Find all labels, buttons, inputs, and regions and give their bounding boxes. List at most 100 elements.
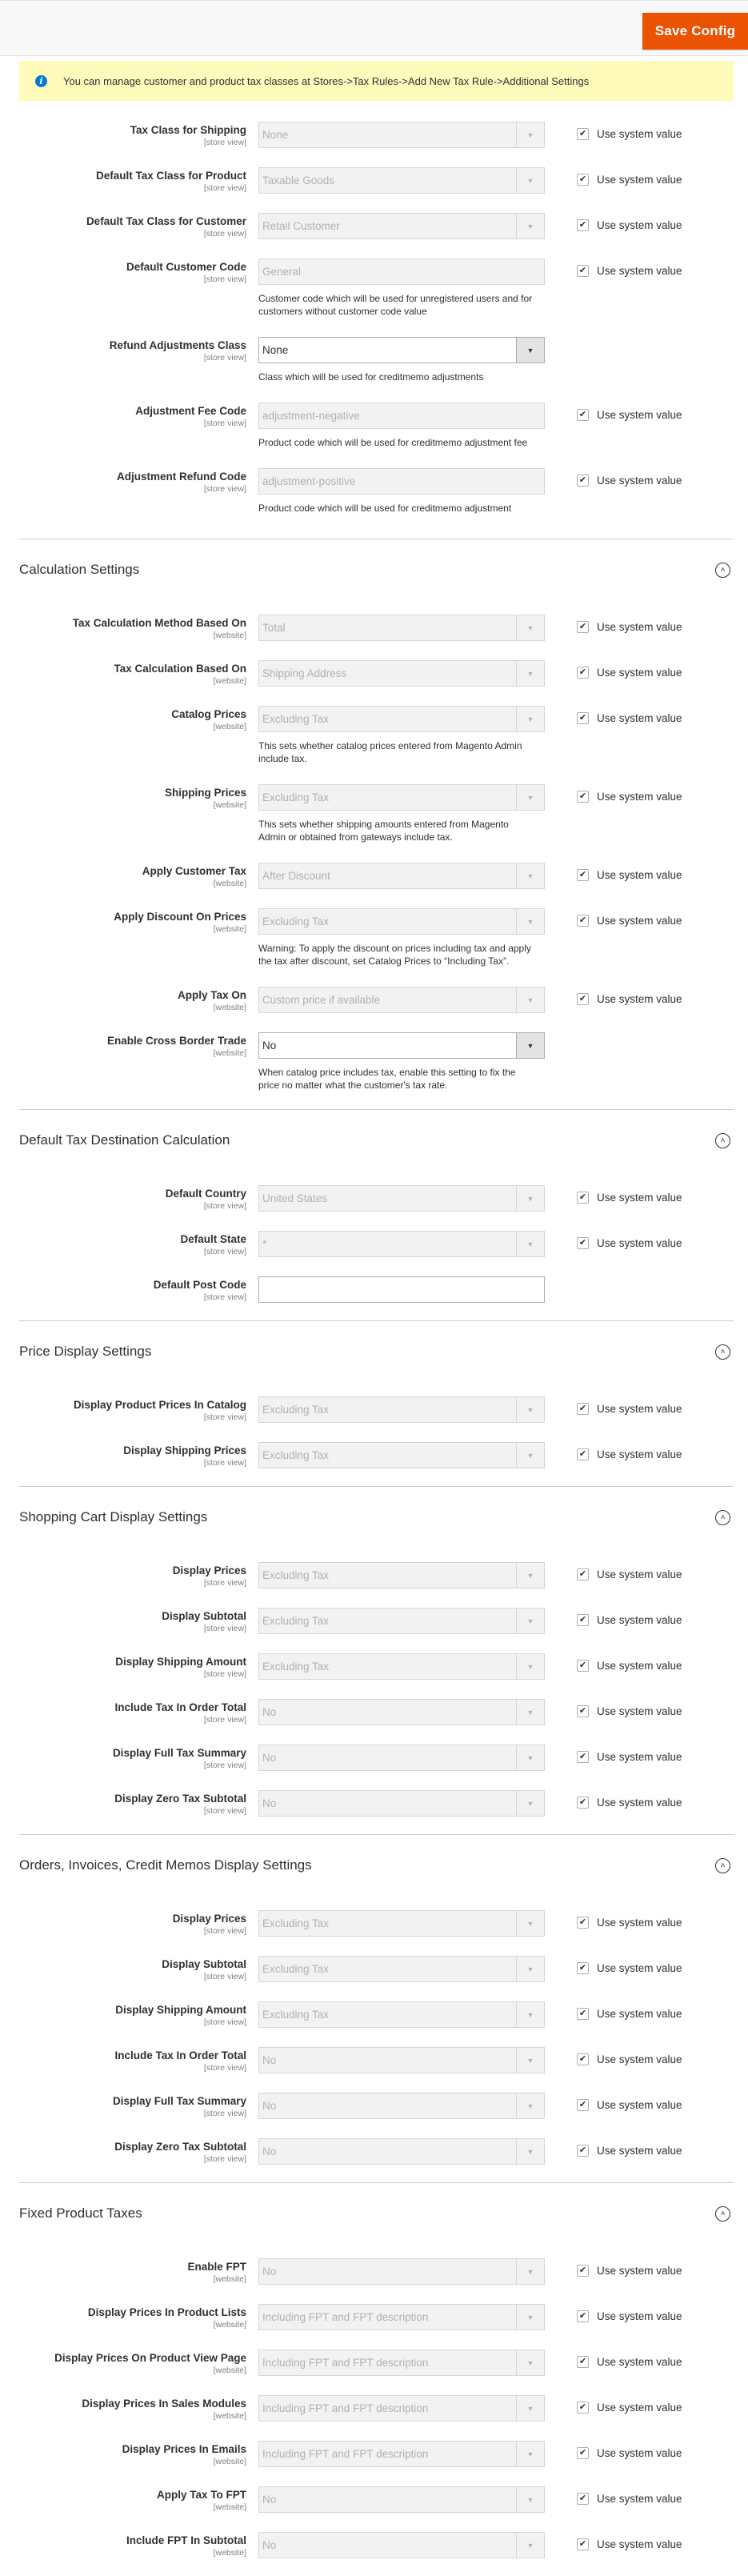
use-system-value[interactable]: ✔ Use system value	[577, 1192, 682, 1204]
use-system-value-checkbox[interactable]: ✔	[577, 1237, 589, 1249]
use-system-value[interactable]: ✔ Use system value	[577, 2053, 682, 2065]
use-system-value[interactable]: ✔ Use system value	[577, 2493, 682, 2505]
use-system-value[interactable]: ✔ Use system value	[577, 2402, 682, 2414]
use-system-value-checkbox[interactable]: ✔	[577, 2265, 589, 2277]
use-system-value-checkbox[interactable]: ✔	[577, 1962, 589, 1974]
use-system-value-checkbox[interactable]: ✔	[577, 869, 589, 881]
chevron-up-icon[interactable]: ˄	[715, 1857, 730, 1873]
section-header[interactable]: Calculation Settings ˄	[19, 539, 734, 600]
use-system-value-checkbox[interactable]: ✔	[577, 219, 589, 231]
use-system-value[interactable]: ✔ Use system value	[577, 2447, 682, 2459]
section-title[interactable]: Orders, Invoices, Credit Memos Display S…	[19, 1857, 312, 1873]
use-system-value[interactable]: ✔ Use system value	[577, 475, 682, 487]
use-system-value[interactable]: ✔ Use system value	[577, 1705, 682, 1717]
use-system-value-checkbox[interactable]: ✔	[577, 475, 589, 487]
chevron-up-icon[interactable]: ˄	[715, 562, 730, 578]
use-system-value-checkbox[interactable]: ✔	[577, 1614, 589, 1626]
use-system-value[interactable]: ✔ Use system value	[577, 1568, 682, 1580]
use-system-value-checkbox[interactable]: ✔	[577, 1917, 589, 1929]
chevron-up-icon[interactable]: ˄	[715, 1344, 730, 1360]
use-system-value[interactable]: ✔ Use system value	[577, 1660, 682, 1672]
use-system-value-checkbox[interactable]: ✔	[577, 2402, 589, 2414]
use-system-value-checkbox[interactable]: ✔	[577, 2538, 589, 2550]
use-system-value[interactable]: ✔ Use system value	[577, 1614, 682, 1626]
section-title[interactable]: Default Tax Destination Calculation	[19, 1132, 230, 1148]
section-title[interactable]: Price Display Settings	[19, 1344, 151, 1360]
use-system-value-checkbox[interactable]: ✔	[577, 915, 589, 927]
use-system-value-checkbox[interactable]: ✔	[577, 2356, 589, 2368]
section-header[interactable]: Orders, Invoices, Credit Memos Display S…	[19, 1835, 734, 1896]
use-system-value-checkbox[interactable]: ✔	[577, 2053, 589, 2065]
use-system-value[interactable]: ✔ Use system value	[577, 791, 682, 803]
config-row-display-zero-tax-subtotal: Display Zero Tax Subtotal [store view] No ▼…	[0, 2129, 734, 2174]
refund-adjustments-class-select[interactable]: None ▼	[258, 337, 545, 363]
config-row-display-prices: Display Prices [store view] Excluding Tax ▼…	[0, 1901, 734, 1946]
section-header[interactable]: Default Tax Destination Calculation ˄	[19, 1110, 734, 1171]
use-system-value-checkbox[interactable]: ✔	[577, 712, 589, 724]
dropdown-arrow-icon[interactable]: ▼	[516, 338, 544, 363]
use-system-value[interactable]: ✔ Use system value	[577, 2099, 682, 2111]
use-system-value[interactable]: ✔ Use system value	[577, 1237, 682, 1249]
use-system-value[interactable]: ✔ Use system value	[577, 993, 682, 1005]
section-title[interactable]: Calculation Settings	[19, 562, 139, 578]
use-system-value-checkbox[interactable]: ✔	[577, 128, 589, 140]
use-system-value-checkbox[interactable]: ✔	[577, 1568, 589, 1580]
use-system-value[interactable]: ✔ Use system value	[577, 265, 682, 277]
section-header[interactable]: Shopping Cart Display Settings ˄	[19, 1487, 734, 1548]
use-system-value-checkbox[interactable]: ✔	[577, 1448, 589, 1460]
use-system-value-checkbox[interactable]: ✔	[577, 1192, 589, 1204]
use-system-value-label: Use system value	[597, 2265, 682, 2277]
scope-label: [website]	[213, 924, 246, 934]
use-system-value[interactable]: ✔ Use system value	[577, 2310, 682, 2322]
use-system-value[interactable]: ✔ Use system value	[577, 2145, 682, 2157]
use-system-value[interactable]: ✔ Use system value	[577, 915, 682, 927]
use-system-value[interactable]: ✔ Use system value	[577, 1403, 682, 1415]
use-system-value-checkbox[interactable]: ✔	[577, 2493, 589, 2505]
section-title[interactable]: Shopping Cart Display Settings	[19, 1509, 207, 1525]
use-system-value-checkbox[interactable]: ✔	[577, 1797, 589, 1809]
use-system-value-checkbox[interactable]: ✔	[577, 174, 589, 186]
chevron-up-icon[interactable]: ˄	[715, 2205, 730, 2221]
use-system-value-checkbox[interactable]: ✔	[577, 409, 589, 421]
chevron-up-icon[interactable]: ˄	[715, 1132, 730, 1148]
use-system-value-checkbox[interactable]: ✔	[577, 2447, 589, 2459]
use-system-value[interactable]: ✔ Use system value	[577, 2356, 682, 2368]
use-system-value-checkbox[interactable]: ✔	[577, 2099, 589, 2111]
use-system-value[interactable]: ✔ Use system value	[577, 128, 682, 140]
section-header[interactable]: Price Display Settings ˄	[19, 1321, 734, 1382]
use-system-value-checkbox[interactable]: ✔	[577, 1705, 589, 1717]
use-system-value[interactable]: ✔ Use system value	[577, 219, 682, 231]
use-system-value-checkbox[interactable]: ✔	[577, 1660, 589, 1672]
use-system-value-checkbox[interactable]: ✔	[577, 1403, 589, 1415]
save-config-button[interactable]: Save Config	[642, 13, 748, 50]
use-system-value[interactable]: ✔ Use system value	[577, 667, 682, 679]
use-system-value-checkbox[interactable]: ✔	[577, 265, 589, 277]
use-system-value[interactable]: ✔ Use system value	[577, 1751, 682, 1763]
use-system-value-checkbox[interactable]: ✔	[577, 621, 589, 633]
section-title[interactable]: Fixed Product Taxes	[19, 2205, 142, 2221]
use-system-value[interactable]: ✔ Use system value	[577, 712, 682, 724]
use-system-value[interactable]: ✔ Use system value	[577, 1797, 682, 1809]
default-post-code-input[interactable]	[258, 1276, 545, 1303]
use-system-value[interactable]: ✔ Use system value	[577, 621, 682, 633]
use-system-value[interactable]: ✔ Use system value	[577, 1448, 682, 1460]
use-system-value-checkbox[interactable]: ✔	[577, 1751, 589, 1763]
use-system-value[interactable]: ✔ Use system value	[577, 409, 682, 421]
enable-cross-border-trade-select[interactable]: No ▼	[258, 1032, 545, 1059]
use-system-value[interactable]: ✔ Use system value	[577, 174, 682, 186]
use-system-value[interactable]: ✔ Use system value	[577, 1962, 682, 1974]
use-system-value[interactable]: ✔ Use system value	[577, 2008, 682, 2020]
use-system-value-checkbox[interactable]: ✔	[577, 667, 589, 679]
chevron-up-icon[interactable]: ˄	[715, 1509, 730, 1525]
use-system-value-checkbox[interactable]: ✔	[577, 791, 589, 803]
use-system-value-checkbox[interactable]: ✔	[577, 2310, 589, 2322]
use-system-value[interactable]: ✔ Use system value	[577, 2265, 682, 2277]
use-system-value-checkbox[interactable]: ✔	[577, 2145, 589, 2157]
section-header[interactable]: Fixed Product Taxes ˄	[19, 2183, 734, 2244]
use-system-value-checkbox[interactable]: ✔	[577, 993, 589, 1005]
use-system-value[interactable]: ✔ Use system value	[577, 1917, 682, 1929]
use-system-value[interactable]: ✔ Use system value	[577, 869, 682, 881]
use-system-value-checkbox[interactable]: ✔	[577, 2008, 589, 2020]
use-system-value[interactable]: ✔ Use system value	[577, 2538, 682, 2550]
dropdown-arrow-icon[interactable]: ▼	[516, 1033, 544, 1058]
